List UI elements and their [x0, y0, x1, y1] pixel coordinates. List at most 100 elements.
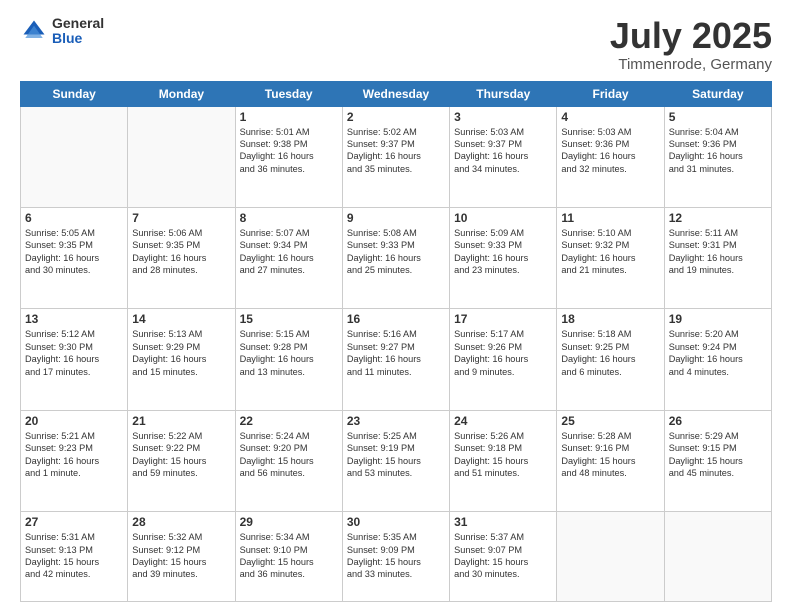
day-info: Sunrise: 5:03 AM Sunset: 9:36 PM Dayligh…	[561, 126, 659, 176]
col-saturday: Saturday	[664, 81, 771, 106]
day-info: Sunrise: 5:11 AM Sunset: 9:31 PM Dayligh…	[669, 227, 767, 277]
col-monday: Monday	[128, 81, 235, 106]
day-info: Sunrise: 5:04 AM Sunset: 9:36 PM Dayligh…	[669, 126, 767, 176]
day-info: Sunrise: 5:03 AM Sunset: 9:37 PM Dayligh…	[454, 126, 552, 176]
day-info: Sunrise: 5:22 AM Sunset: 9:22 PM Dayligh…	[132, 430, 230, 480]
day-number: 12	[669, 211, 767, 225]
calendar-cell: 18 Sunrise: 5:18 AM Sunset: 9:25 PM Dayli…	[557, 309, 664, 410]
day-info: Sunrise: 5:18 AM Sunset: 9:25 PM Dayligh…	[561, 328, 659, 378]
day-info: Sunrise: 5:34 AM Sunset: 9:10 PM Dayligh…	[240, 531, 338, 581]
header: General Blue July 2025 Timmenrode, Germa…	[20, 16, 772, 73]
calendar-cell: 19 Sunrise: 5:20 AM Sunset: 9:24 PM Dayli…	[664, 309, 771, 410]
day-info: Sunrise: 5:08 AM Sunset: 9:33 PM Dayligh…	[347, 227, 445, 277]
day-info: Sunrise: 5:28 AM Sunset: 9:16 PM Dayligh…	[561, 430, 659, 480]
day-info: Sunrise: 5:05 AM Sunset: 9:35 PM Dayligh…	[25, 227, 123, 277]
calendar-cell: 13 Sunrise: 5:12 AM Sunset: 9:30 PM Dayli…	[21, 309, 128, 410]
day-number: 7	[132, 211, 230, 225]
day-number: 2	[347, 110, 445, 124]
day-info: Sunrise: 5:37 AM Sunset: 9:07 PM Dayligh…	[454, 531, 552, 581]
calendar-cell: 2 Sunrise: 5:02 AM Sunset: 9:37 PM Daylig…	[342, 106, 449, 207]
day-number: 9	[347, 211, 445, 225]
day-number: 8	[240, 211, 338, 225]
calendar-week-1: 1Sunrise: 5:01 AM Sunset: 9:38 PM Daylig…	[21, 106, 772, 207]
day-number: 3	[454, 110, 552, 124]
calendar-cell: 12 Sunrise: 5:11 AM Sunset: 9:31 PM Dayli…	[664, 207, 771, 308]
day-number: 4	[561, 110, 659, 124]
day-number: 22	[240, 414, 338, 428]
calendar-cell: 23Sunrise: 5:25 AM Sunset: 9:19 PM Dayli…	[342, 410, 449, 511]
calendar-cell: 22 Sunrise: 5:24 AM Sunset: 9:20 PM Dayli…	[235, 410, 342, 511]
calendar-cell: 20 Sunrise: 5:21 AM Sunset: 9:23 PM Dayli…	[21, 410, 128, 511]
logo-blue: Blue	[52, 31, 104, 46]
calendar-week-2: 6 Sunrise: 5:05 AM Sunset: 9:35 PM Daylig…	[21, 207, 772, 308]
day-number: 18	[561, 312, 659, 326]
calendar-week-3: 13 Sunrise: 5:12 AM Sunset: 9:30 PM Dayli…	[21, 309, 772, 410]
calendar-cell: 31 Sunrise: 5:37 AM Sunset: 9:07 PM Dayli…	[450, 512, 557, 602]
calendar-cell: 9 Sunrise: 5:08 AM Sunset: 9:33 PM Daylig…	[342, 207, 449, 308]
calendar-table: Sunday Monday Tuesday Wednesday Thursday…	[20, 81, 772, 602]
main-title: July 2025	[610, 16, 772, 56]
day-number: 29	[240, 515, 338, 529]
calendar-cell: 11 Sunrise: 5:10 AM Sunset: 9:32 PM Dayli…	[557, 207, 664, 308]
calendar-cell: 15Sunrise: 5:15 AM Sunset: 9:28 PM Dayli…	[235, 309, 342, 410]
calendar-cell: 17 Sunrise: 5:17 AM Sunset: 9:26 PM Dayli…	[450, 309, 557, 410]
calendar-cell: 5 Sunrise: 5:04 AM Sunset: 9:36 PM Daylig…	[664, 106, 771, 207]
calendar-cell: 8 Sunrise: 5:07 AM Sunset: 9:34 PM Daylig…	[235, 207, 342, 308]
calendar-cell: 21 Sunrise: 5:22 AM Sunset: 9:22 PM Dayli…	[128, 410, 235, 511]
calendar-week-5: 27 Sunrise: 5:31 AM Sunset: 9:13 PM Dayli…	[21, 512, 772, 602]
day-number: 16	[347, 312, 445, 326]
day-number: 28	[132, 515, 230, 529]
calendar-cell: 7Sunrise: 5:06 AM Sunset: 9:35 PM Daylig…	[128, 207, 235, 308]
calendar-cell: 29 Sunrise: 5:34 AM Sunset: 9:10 PM Dayli…	[235, 512, 342, 602]
day-number: 13	[25, 312, 123, 326]
day-info: Sunrise: 5:07 AM Sunset: 9:34 PM Dayligh…	[240, 227, 338, 277]
day-info: Sunrise: 5:10 AM Sunset: 9:32 PM Dayligh…	[561, 227, 659, 277]
calendar-week-4: 20 Sunrise: 5:21 AM Sunset: 9:23 PM Dayli…	[21, 410, 772, 511]
day-info: Sunrise: 5:16 AM Sunset: 9:27 PM Dayligh…	[347, 328, 445, 378]
calendar-cell: 6 Sunrise: 5:05 AM Sunset: 9:35 PM Daylig…	[21, 207, 128, 308]
day-number: 24	[454, 414, 552, 428]
day-info: Sunrise: 5:02 AM Sunset: 9:37 PM Dayligh…	[347, 126, 445, 176]
day-number: 6	[25, 211, 123, 225]
day-info: Sunrise: 5:17 AM Sunset: 9:26 PM Dayligh…	[454, 328, 552, 378]
day-number: 27	[25, 515, 123, 529]
col-tuesday: Tuesday	[235, 81, 342, 106]
day-number: 21	[132, 414, 230, 428]
day-info: Sunrise: 5:21 AM Sunset: 9:23 PM Dayligh…	[25, 430, 123, 480]
day-number: 20	[25, 414, 123, 428]
day-info: Sunrise: 5:13 AM Sunset: 9:29 PM Dayligh…	[132, 328, 230, 378]
calendar-cell: 14Sunrise: 5:13 AM Sunset: 9:29 PM Dayli…	[128, 309, 235, 410]
day-info: Sunrise: 5:24 AM Sunset: 9:20 PM Dayligh…	[240, 430, 338, 480]
calendar-cell	[21, 106, 128, 207]
calendar-cell: 26Sunrise: 5:29 AM Sunset: 9:15 PM Dayli…	[664, 410, 771, 511]
day-number: 30	[347, 515, 445, 529]
col-wednesday: Wednesday	[342, 81, 449, 106]
subtitle: Timmenrode, Germany	[610, 56, 772, 73]
day-info: Sunrise: 5:31 AM Sunset: 9:13 PM Dayligh…	[25, 531, 123, 581]
day-info: Sunrise: 5:20 AM Sunset: 9:24 PM Dayligh…	[669, 328, 767, 378]
calendar-cell	[557, 512, 664, 602]
day-number: 11	[561, 211, 659, 225]
day-info: Sunrise: 5:15 AM Sunset: 9:28 PM Dayligh…	[240, 328, 338, 378]
day-info: Sunrise: 5:32 AM Sunset: 9:12 PM Dayligh…	[132, 531, 230, 581]
logo-general: General	[52, 16, 104, 31]
day-number: 19	[669, 312, 767, 326]
day-number: 5	[669, 110, 767, 124]
header-row: Sunday Monday Tuesday Wednesday Thursday…	[21, 81, 772, 106]
calendar-cell: 28 Sunrise: 5:32 AM Sunset: 9:12 PM Dayli…	[128, 512, 235, 602]
day-info: Sunrise: 5:01 AM Sunset: 9:38 PM Dayligh…	[240, 126, 338, 176]
day-info: Sunrise: 5:29 AM Sunset: 9:15 PM Dayligh…	[669, 430, 767, 480]
col-thursday: Thursday	[450, 81, 557, 106]
day-number: 17	[454, 312, 552, 326]
calendar-cell: 27 Sunrise: 5:31 AM Sunset: 9:13 PM Dayli…	[21, 512, 128, 602]
day-number: 31	[454, 515, 552, 529]
logo-icon	[20, 17, 48, 45]
calendar-cell: 16 Sunrise: 5:16 AM Sunset: 9:27 PM Dayli…	[342, 309, 449, 410]
day-number: 25	[561, 414, 659, 428]
col-friday: Friday	[557, 81, 664, 106]
day-info: Sunrise: 5:09 AM Sunset: 9:33 PM Dayligh…	[454, 227, 552, 277]
page: General Blue July 2025 Timmenrode, Germa…	[0, 0, 792, 612]
calendar-cell: 3 Sunrise: 5:03 AM Sunset: 9:37 PM Daylig…	[450, 106, 557, 207]
calendar-cell: 1Sunrise: 5:01 AM Sunset: 9:38 PM Daylig…	[235, 106, 342, 207]
day-info: Sunrise: 5:12 AM Sunset: 9:30 PM Dayligh…	[25, 328, 123, 378]
